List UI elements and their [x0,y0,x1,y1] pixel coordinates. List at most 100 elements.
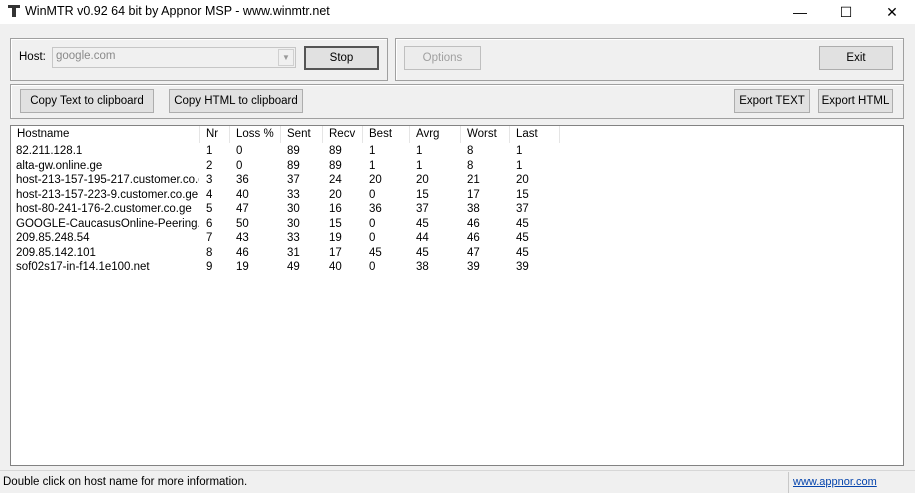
cell-best: 45 [369,246,382,259]
cell-avrg: 45 [416,217,429,230]
cell-worst: 8 [467,145,474,157]
cell-hostname: host-80-241-176-2.customer.co.ge [16,203,192,215]
cell-best: 36 [369,203,382,215]
status-message: Double click on host name for more infor… [3,476,248,488]
cell-sent: 33 [287,188,300,201]
cell-last: 45 [516,217,529,230]
maximize-button[interactable]: ☐ [823,0,869,24]
host-value: google.com [56,50,116,62]
cell-worst: 46 [467,217,480,230]
column-header-avrg[interactable]: Avrg [410,126,461,143]
table-row[interactable]: 209.85.248.54 7 43 33 19 0 44 46 45 [11,231,903,246]
cell-hostname: host-213-157-223-9.customer.co.ge [16,188,199,201]
cell-hostname: host-213-157-195-217.customer.co.ge [16,174,199,186]
cell-worst: 17 [467,188,480,201]
cell-last: 20 [516,174,529,186]
column-header-worst[interactable]: Worst [461,126,510,143]
cell-last: 45 [516,232,529,244]
table-row[interactable]: 82.211.128.1 1 0 89 89 1 1 8 1 [11,144,903,159]
cell-sent: 89 [287,145,300,157]
cell-recv: 89 [329,145,342,157]
cell-avrg: 38 [416,261,429,273]
cell-avrg: 37 [416,203,429,215]
cell-best: 0 [369,261,376,273]
cell-sent: 89 [287,159,300,172]
cell-hostname: 209.85.248.54 [16,232,90,244]
cell-last: 37 [516,203,529,215]
cell-recv: 16 [329,203,342,215]
cell-recv: 20 [329,188,342,201]
cell-nr: 5 [206,203,213,215]
cell-nr: 3 [206,174,213,186]
cell-loss: 19 [236,261,249,273]
cell-nr: 1 [206,145,213,157]
cell-avrg: 1 [416,145,423,157]
chevron-down-icon[interactable]: ▼ [278,49,294,66]
column-header-loss[interactable]: Loss % [230,126,281,143]
cell-recv: 19 [329,232,342,244]
cell-last: 15 [516,188,529,201]
table-row[interactable]: alta-gw.online.ge 2 0 89 89 1 1 8 1 [11,159,903,174]
cell-hostname: GOOGLE-CaucasusOnline-Peering.c... [16,217,199,230]
cell-hostname: alta-gw.online.ge [16,159,103,172]
stop-button[interactable]: Stop [304,46,379,70]
cell-best: 0 [369,217,376,230]
cell-sent: 49 [287,261,300,273]
cell-loss: 47 [236,203,249,215]
cell-worst: 39 [467,261,480,273]
cell-recv: 17 [329,246,342,259]
cell-hostname: 209.85.142.101 [16,246,96,259]
cell-nr: 6 [206,217,213,230]
options-button[interactable]: Options [404,46,481,70]
cell-last: 45 [516,246,529,259]
cell-nr: 9 [206,261,213,273]
cell-recv: 89 [329,159,342,172]
cell-worst: 21 [467,174,480,186]
export-text-button[interactable]: Export TEXT [734,89,810,113]
column-header-recv[interactable]: Recv [323,126,363,143]
exit-button[interactable]: Exit [819,46,893,70]
copy-text-button[interactable]: Copy Text to clipboard [20,89,154,113]
cell-best: 1 [369,159,376,172]
column-header-last[interactable]: Last [510,126,560,143]
cell-last: 1 [516,159,523,172]
cell-loss: 0 [236,145,243,157]
column-header-hostname[interactable]: Hostname [11,126,200,143]
close-button[interactable]: ✕ [869,0,915,24]
cell-recv: 15 [329,217,342,230]
table-row[interactable]: GOOGLE-CaucasusOnline-Peering.c... 6 50 30 1… [11,217,903,232]
column-header-nr[interactable]: Nr [200,126,230,143]
table-row[interactable]: host-80-241-176-2.customer.co.ge 5 47 30 16 3… [11,202,903,217]
title-bar: WinMTR v0.92 64 bit by Appnor MSP - www.… [0,0,915,24]
cell-loss: 50 [236,217,249,230]
window-title: WinMTR v0.92 64 bit by Appnor MSP - www.… [25,4,330,18]
table-row[interactable]: 209.85.142.101 8 46 31 17 45 45 47 45 [11,246,903,261]
cell-avrg: 44 [416,232,429,244]
export-html-button[interactable]: Export HTML [818,89,893,113]
cell-best: 20 [369,174,382,186]
header-filler [560,126,903,143]
cell-nr: 8 [206,246,213,259]
cell-hostname: 82.211.128.1 [16,145,83,157]
table-row[interactable]: host-213-157-223-9.customer.co.ge 4 40 33 20… [11,188,903,203]
table-row[interactable]: sof02s17-in-f14.1e100.net 9 19 49 40 0 38 39 39 [11,260,903,275]
cell-last: 1 [516,145,523,157]
cell-sent: 31 [287,246,300,259]
host-combobox[interactable]: google.com ▼ [52,47,296,68]
cell-nr: 4 [206,188,213,201]
minimize-button[interactable]: — [777,0,823,24]
appnor-link[interactable]: www.appnor.com [793,476,877,488]
app-icon [8,5,20,17]
copy-html-button[interactable]: Copy HTML to clipboard [169,89,303,113]
cell-best: 1 [369,145,376,157]
status-bar: Double click on host name for more infor… [0,470,915,493]
table-row[interactable]: host-213-157-195-217.customer.co.ge 3 36 37… [11,173,903,188]
cell-loss: 40 [236,188,249,201]
cell-best: 0 [369,188,376,201]
column-header-sent[interactable]: Sent [281,126,323,143]
cell-loss: 43 [236,232,249,244]
column-header-best[interactable]: Best [363,126,410,143]
cell-worst: 47 [467,246,480,259]
results-table[interactable]: Hostname Nr Loss % Sent Recv Best Avrg Worst Las… [10,125,904,466]
cell-worst: 8 [467,159,474,172]
